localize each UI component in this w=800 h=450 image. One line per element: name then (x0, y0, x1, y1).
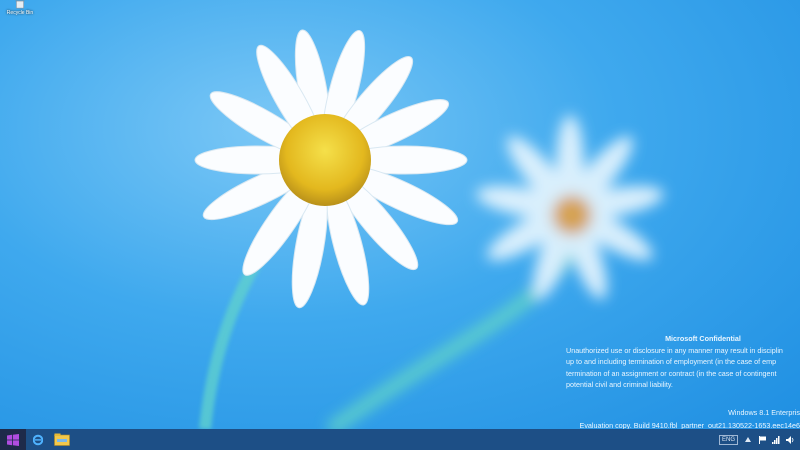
edition-text: Windows 8.1 Enterpris (728, 408, 800, 417)
action-center-button[interactable] (758, 435, 766, 444)
file-explorer-icon (54, 433, 70, 446)
flag-icon (758, 435, 766, 444)
volume-button[interactable] (786, 435, 794, 444)
start-button[interactable] (0, 429, 26, 450)
desktop-icon-recycle-bin[interactable]: Recycle Bin (2, 0, 38, 20)
show-hidden-icons-button[interactable] (744, 436, 752, 444)
desktop-icon-label: Recycle Bin (6, 10, 34, 16)
keyboard-language[interactable]: ENG (718, 434, 738, 445)
confidential-line: termination of an assignment or contract… (566, 368, 777, 378)
build-text: Evaluation copy. Build 9410.fbl_partner_… (579, 421, 800, 429)
desktop[interactable]: Recycle Bin Microsoft Confidential Unaut… (0, 0, 800, 429)
confidential-line: up to and including termination of emplo… (566, 357, 777, 366)
windows-logo-icon (7, 433, 19, 446)
recycle-bin-icon (15, 0, 25, 9)
confidential-line: Unauthorized use or disclosure in any ma… (566, 345, 783, 355)
network-icon (772, 435, 780, 444)
chevron-up-icon (745, 437, 751, 442)
volume-icon (786, 435, 794, 444)
build-watermark: Windows 8.1 Enterpris Evaluation copy. B… (560, 406, 800, 429)
confidential-line: potential civil and criminal liability. (566, 380, 673, 389)
taskbar-file-explorer[interactable] (50, 429, 74, 450)
taskbar: ENG (0, 429, 800, 450)
internet-explorer-icon (33, 434, 43, 445)
taskbar-internet-explorer[interactable] (26, 429, 50, 450)
network-button[interactable] (772, 435, 780, 444)
confidential-notice: Microsoft Confidential Unauthorized use … (566, 333, 800, 391)
confidential-title: Microsoft Confidential (665, 334, 741, 343)
system-tray: ENG (718, 434, 800, 445)
